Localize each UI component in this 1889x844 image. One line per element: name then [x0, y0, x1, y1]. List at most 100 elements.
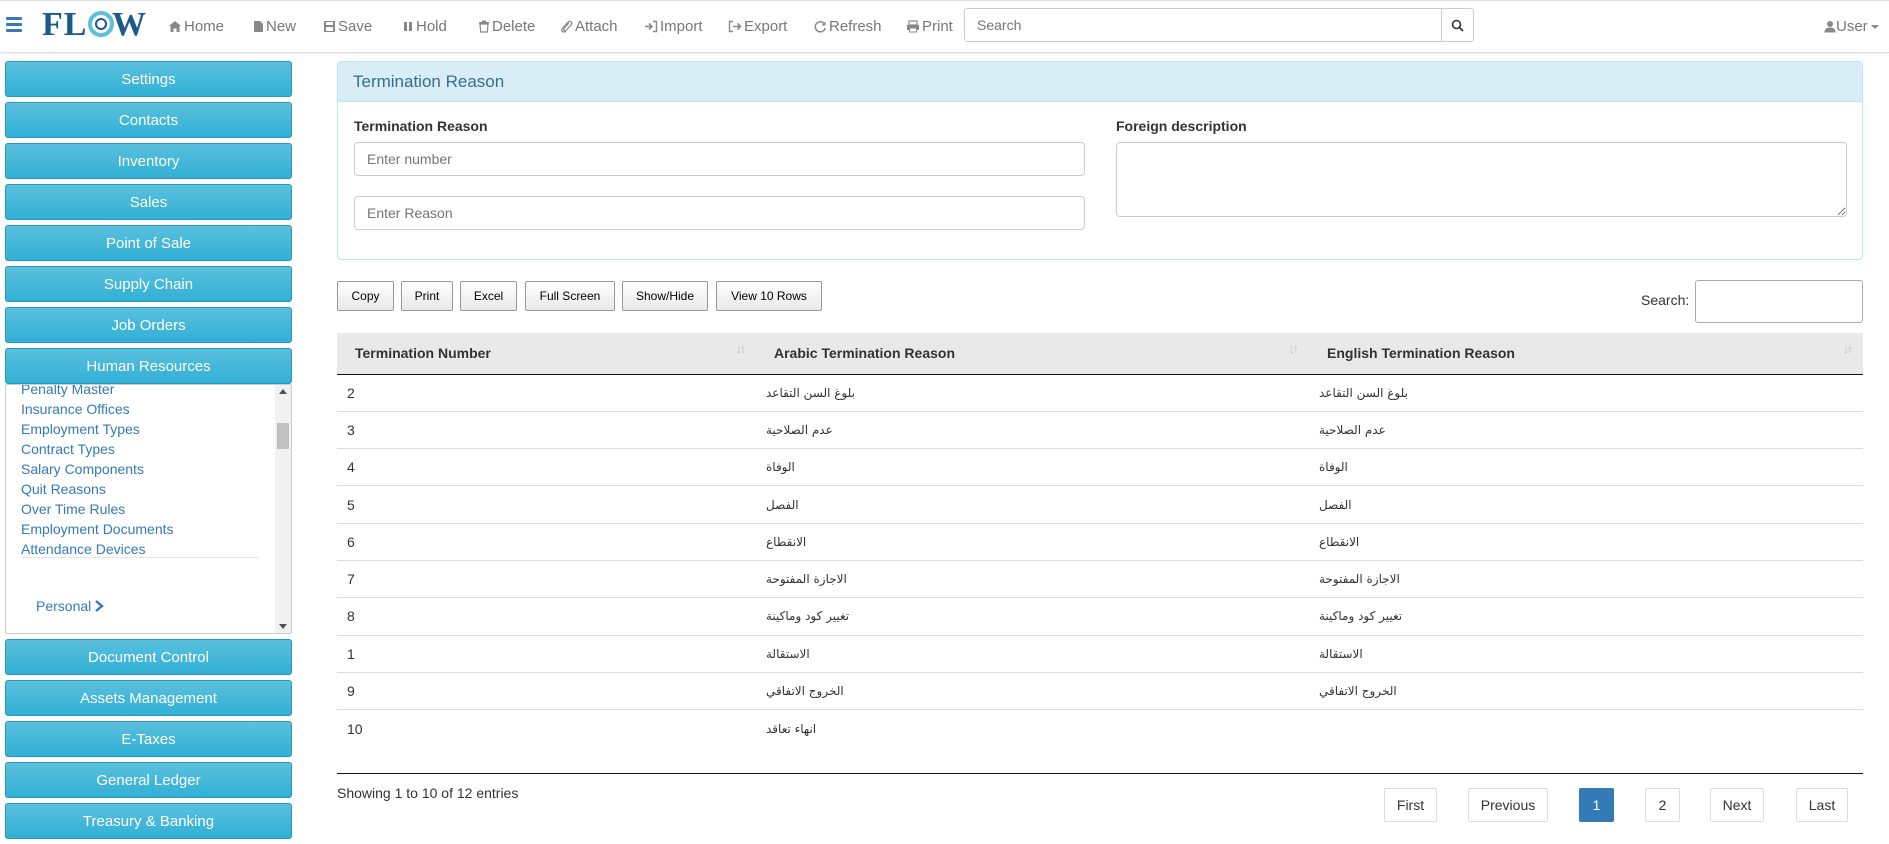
- pagination-page-1[interactable]: 1: [1579, 788, 1614, 822]
- cell-english-reason: الاستقالة: [1309, 634, 1863, 673]
- panel-title: Termination Reason: [338, 62, 1862, 102]
- col-english-reason[interactable]: English Termination Reason ↓↑: [1309, 333, 1863, 375]
- submenu-salary-components[interactable]: Salary Components: [21, 459, 174, 479]
- pagination-previous[interactable]: Previous: [1468, 788, 1548, 822]
- module-assets-management[interactable]: Assets Management: [5, 680, 292, 716]
- nav-hold[interactable]: Hold: [402, 18, 447, 35]
- table-row[interactable]: 8 تغيير كود وماكينة تغيير كود وماكينة: [337, 597, 1863, 636]
- nav-save[interactable]: Save: [323, 18, 372, 35]
- module-sales[interactable]: Sales: [5, 184, 292, 220]
- excel-button[interactable]: Excel: [460, 281, 517, 311]
- table-search-input[interactable]: [1695, 280, 1863, 323]
- view-rows-button[interactable]: View 10 Rows: [716, 281, 822, 311]
- flow-logo[interactable]: FL W: [40, 5, 150, 45]
- module-job-orders[interactable]: Job Orders: [5, 307, 292, 343]
- cell-number: 8: [337, 597, 756, 636]
- submenu-employment-documents[interactable]: Employment Documents: [21, 519, 174, 539]
- trash-icon: [479, 20, 489, 33]
- show-hide-button[interactable]: Show/Hide: [622, 281, 708, 311]
- termination-reason-input[interactable]: [354, 196, 1085, 230]
- table-row[interactable]: 10 انهاء تعاقد: [337, 709, 1863, 747]
- cell-arabic-reason: بلوغ السن التقاعد: [756, 373, 1309, 412]
- nav-attach[interactable]: Attach: [560, 18, 618, 35]
- hamburger-menu-icon[interactable]: [6, 17, 22, 33]
- print-button[interactable]: Print: [401, 281, 453, 311]
- foreign-description-textarea[interactable]: [1116, 142, 1847, 217]
- submenu-penalty-master[interactable]: Penalty Master: [21, 385, 174, 399]
- foreign-description-label: Foreign description: [1116, 118, 1247, 134]
- pagination-first[interactable]: First: [1384, 788, 1437, 822]
- module-contacts[interactable]: Contacts: [5, 102, 292, 138]
- nav-delete-label: Delete: [492, 18, 536, 35]
- table-row[interactable]: 9 الخروج الاتفاقي الخروج الاتفاقي: [337, 671, 1863, 710]
- scroll-thumb[interactable]: [277, 423, 289, 449]
- scroll-down-arrow-icon[interactable]: [279, 624, 287, 629]
- cell-english-reason: الانقطاع: [1309, 522, 1863, 561]
- submenu-attendance-devices[interactable]: Attendance Devices: [21, 539, 174, 559]
- submenu-employment-types[interactable]: Employment Types: [21, 419, 174, 439]
- module-treasury-banking[interactable]: Treasury & Banking: [5, 803, 292, 839]
- cell-english-reason: الخروج الاتفاقي: [1309, 671, 1863, 710]
- svg-text:FL: FL: [42, 6, 87, 43]
- cell-number: 4: [337, 448, 756, 486]
- cell-english-reason: الفصل: [1309, 485, 1863, 524]
- cell-arabic-reason: انهاء تعاقد: [756, 709, 1309, 747]
- pagination-last[interactable]: Last: [1796, 788, 1848, 822]
- table-row[interactable]: 7 الاجازة المفتوحة الاجازة المفتوحة: [337, 559, 1863, 598]
- sort-icon[interactable]: ↓↑: [1843, 342, 1853, 356]
- nav-export[interactable]: Export: [728, 18, 787, 35]
- full-screen-button[interactable]: Full Screen: [525, 281, 615, 311]
- module-supply-chain[interactable]: Supply Chain: [5, 266, 292, 302]
- submenu-contract-types[interactable]: Contract Types: [21, 439, 174, 459]
- table-row[interactable]: 5 الفصل الفصل: [337, 485, 1863, 524]
- submenu-insurance-offices[interactable]: Insurance Offices: [21, 399, 174, 419]
- file-icon: [254, 21, 263, 32]
- printer-icon: [907, 20, 919, 33]
- search-input[interactable]: [964, 8, 1442, 42]
- module-human-resources[interactable]: Human Resources: [5, 348, 292, 384]
- module-point-of-sale[interactable]: Point of Sale: [5, 225, 292, 261]
- table-row[interactable]: 2 بلوغ السن التقاعد بلوغ السن التقاعد: [337, 373, 1863, 412]
- module-inventory[interactable]: Inventory: [5, 143, 292, 179]
- termination-reasons-table: Termination Number ↓↑ Arabic Termination…: [337, 333, 1863, 747]
- nav-home[interactable]: Home: [168, 18, 224, 35]
- nav-print[interactable]: Print: [906, 18, 953, 35]
- scroll-up-arrow-icon[interactable]: [279, 389, 287, 394]
- search-button[interactable]: [1441, 8, 1474, 42]
- table-row[interactable]: 3 عدم الصلاحية عدم الصلاحية: [337, 410, 1863, 449]
- cell-arabic-reason: الوفاة: [756, 448, 1309, 486]
- col-termination-number[interactable]: Termination Number ↓↑: [337, 333, 756, 375]
- pagination-next[interactable]: Next: [1710, 788, 1764, 822]
- nav-export-label: Export: [744, 18, 788, 35]
- col-arabic-reason[interactable]: Arabic Termination Reason ↓↑: [756, 333, 1309, 375]
- sidebar: Settings Contacts Inventory Sales Point …: [5, 61, 292, 844]
- table-row[interactable]: 4 الوفاة الوفاة: [337, 448, 1863, 486]
- nav-import[interactable]: Import: [644, 18, 703, 35]
- table-row[interactable]: 6 الانقطاع الانقطاع: [337, 522, 1863, 561]
- pagination-page-2[interactable]: 2: [1645, 788, 1680, 822]
- table-row[interactable]: 1 الاستقالة الاستقالة: [337, 634, 1863, 673]
- sort-icon[interactable]: ↓↑: [736, 342, 746, 356]
- copy-button[interactable]: Copy: [337, 281, 394, 311]
- submenu-personal[interactable]: Personal: [36, 598, 105, 614]
- termination-number-input[interactable]: [354, 142, 1085, 176]
- module-general-ledger[interactable]: General Ledger: [5, 762, 292, 798]
- sort-icon[interactable]: ↓↑: [1289, 342, 1299, 356]
- nav-refresh[interactable]: Refresh: [814, 18, 882, 35]
- user-menu-label: User: [1836, 18, 1868, 35]
- cell-number: 9: [337, 671, 756, 710]
- submenu-quit-reasons[interactable]: Quit Reasons: [21, 479, 174, 499]
- submenu-over-time-rules[interactable]: Over Time Rules: [21, 499, 174, 519]
- module-document-control[interactable]: Document Control: [5, 639, 292, 675]
- export-icon: [728, 20, 742, 33]
- cell-number: 10: [337, 709, 756, 747]
- nav-delete[interactable]: Delete: [478, 18, 535, 35]
- nav-attach-label: Attach: [575, 18, 618, 35]
- user-menu[interactable]: User: [1824, 18, 1880, 35]
- module-e-taxes[interactable]: E-Taxes: [5, 721, 292, 757]
- submenu-scrollbar[interactable]: [275, 385, 291, 633]
- home-icon: [169, 21, 181, 32]
- module-settings[interactable]: Settings: [5, 61, 292, 97]
- nav-new[interactable]: New: [253, 18, 296, 35]
- cell-arabic-reason: الانقطاع: [756, 522, 1309, 561]
